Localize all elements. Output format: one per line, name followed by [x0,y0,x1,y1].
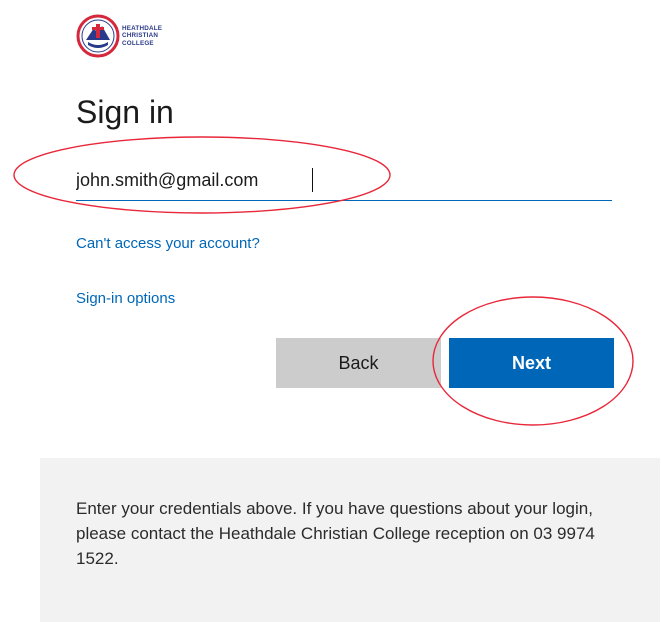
college-crest-icon [76,14,120,58]
email-field-container [76,161,612,201]
next-button[interactable]: Next [449,338,614,388]
text-caret [312,168,313,192]
page-title: Sign in [76,94,174,130]
college-name-line-1: HEATHDALE [122,24,163,32]
back-button[interactable]: Back [276,338,441,388]
college-name: HEATHDALE CHRISTIAN COLLEGE [122,25,162,47]
info-panel: Enter your credentials above. If you hav… [40,458,660,622]
email-field[interactable] [76,163,596,197]
college-logo: HEATHDALE CHRISTIAN COLLEGE [76,8,186,64]
college-name-line-2: CHRISTIAN [122,32,159,40]
cant-access-account-link[interactable]: Can't access your account? [76,235,260,252]
sign-in-options-link[interactable]: Sign-in options [76,290,175,307]
info-text: Enter your credentials above. If you hav… [76,499,595,568]
college-name-line-3: COLLEGE [122,39,154,47]
